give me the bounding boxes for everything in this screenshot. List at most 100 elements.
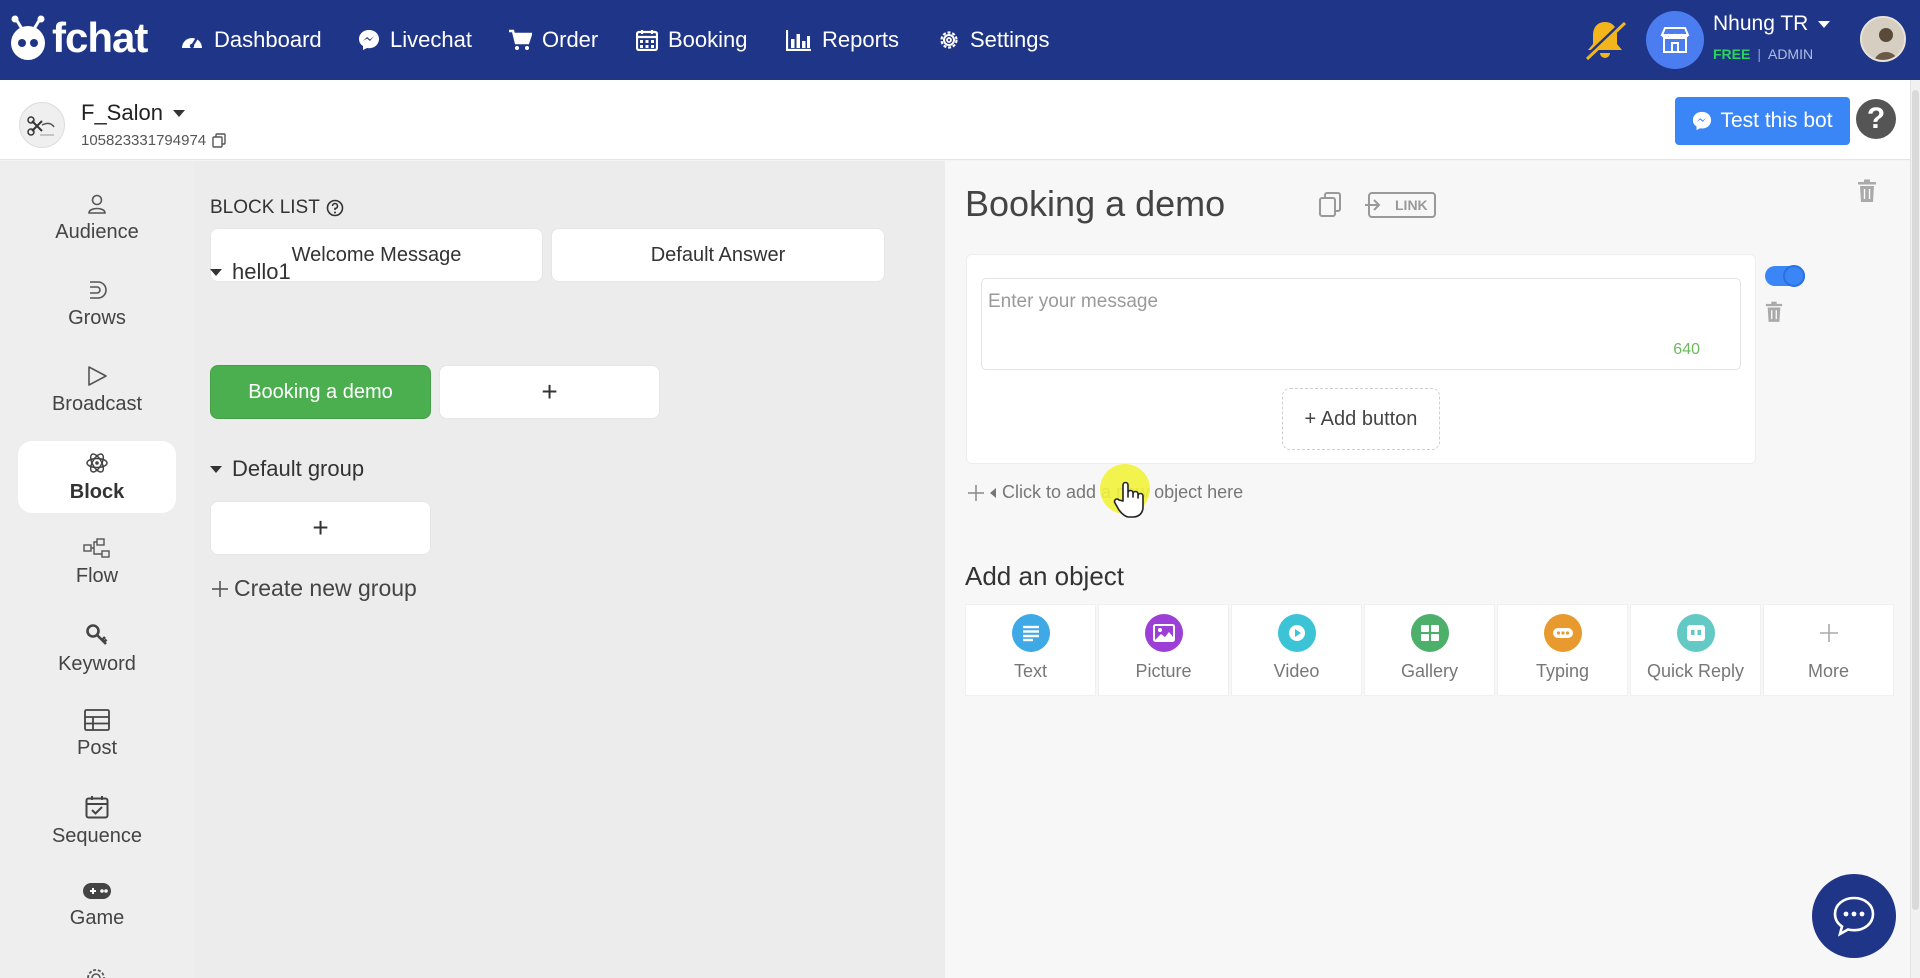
nav-dashboard[interactable]: Dashboard xyxy=(180,24,322,56)
object-label: Quick Reply xyxy=(1646,661,1745,681)
sidebar-item-label: Flow xyxy=(75,565,119,587)
add-quick-reply-object[interactable]: Quick Reply xyxy=(1630,604,1761,696)
object-label: Text xyxy=(1013,661,1047,681)
nav-order[interactable]: Order xyxy=(508,24,598,56)
store-avatar[interactable] xyxy=(1646,11,1704,69)
sidebar-item-keyword[interactable]: Keyword xyxy=(18,613,176,685)
page-avatar xyxy=(19,102,65,148)
group-default[interactable]: Default group xyxy=(210,456,364,482)
sidebar-item-label: Sequence xyxy=(51,825,143,847)
page-scrollbar[interactable] xyxy=(1910,80,1920,978)
plan-badge: FREE xyxy=(1713,46,1751,62)
scrollbar-thumb[interactable] xyxy=(1912,90,1919,910)
group-name: Default group xyxy=(232,456,365,481)
salon-logo-icon xyxy=(27,116,55,136)
test-bot-button[interactable]: Test this bot xyxy=(1675,97,1850,145)
add-picture-object[interactable]: Picture xyxy=(1098,604,1229,696)
copy-icon[interactable] xyxy=(212,133,226,148)
sidebar-item-label: Broadcast xyxy=(51,393,143,415)
sidebar-item-post[interactable]: Post xyxy=(18,699,176,771)
block-default-answer[interactable]: Default Answer xyxy=(551,228,885,282)
sidebar-item-block[interactable]: Block xyxy=(18,441,176,513)
sidebar: Audience Grows Broadcast Block Flow Keyw… xyxy=(0,161,195,978)
add-button-button[interactable]: + Add button xyxy=(1282,388,1440,450)
post-icon xyxy=(84,709,110,731)
plan-separator: | xyxy=(1757,46,1761,62)
add-block-button[interactable]: + xyxy=(210,501,431,555)
grows-icon xyxy=(90,281,107,299)
nav-reports[interactable]: Reports xyxy=(786,24,899,56)
page-selector[interactable]: F_Salon xyxy=(81,100,185,126)
add-block-button[interactable]: + xyxy=(439,365,660,419)
block-list-panel: BLOCK LIST Welcome Message Default Answe… xyxy=(195,161,945,978)
link-block-button[interactable]: LINK xyxy=(1365,191,1437,219)
calendar-check-icon xyxy=(85,796,109,819)
cart-icon xyxy=(509,29,532,50)
page-header: F_Salon 105823331794974 Test this bot ? xyxy=(0,80,1910,160)
sidebar-item-label: Audience xyxy=(55,221,139,243)
chat-bubble-icon xyxy=(1833,896,1875,937)
add-text-object[interactable]: Text xyxy=(965,604,1096,696)
block-title[interactable]: Booking a demo xyxy=(965,183,1225,225)
text-icon xyxy=(1011,614,1050,652)
add-video-object[interactable]: Video xyxy=(1231,604,1362,696)
test-bot-label: Test this bot xyxy=(1720,109,1833,132)
nav-settings[interactable]: Settings xyxy=(938,24,1050,56)
message-input[interactable]: Enter your message 640 xyxy=(981,278,1741,370)
nav-dashboard-label: Dashboard xyxy=(214,27,322,52)
group-name: hello1 xyxy=(232,259,291,284)
plus-icon xyxy=(968,484,984,501)
nav-booking-label: Booking xyxy=(668,27,748,52)
nav-livechat[interactable]: Livechat xyxy=(358,24,472,56)
page-id-value: 105823331794974 xyxy=(81,132,207,149)
brand-logo[interactable]: fchat xyxy=(8,14,148,62)
card-enable-toggle[interactable] xyxy=(1765,265,1805,287)
copy-icon xyxy=(1319,192,1341,217)
add-button-label: + Add button xyxy=(1304,407,1418,430)
block-label: Welcome Message xyxy=(291,243,462,266)
add-more-object[interactable]: More xyxy=(1763,604,1894,696)
nav-reports-label: Reports xyxy=(822,27,900,52)
sidebar-item-grows[interactable]: Grows xyxy=(18,269,176,341)
sidebar-item-audience[interactable]: Audience xyxy=(18,183,176,255)
user-icon xyxy=(88,194,106,214)
object-label: More xyxy=(1807,661,1849,681)
sidebar-more-settings[interactable] xyxy=(85,964,107,978)
block-label: Booking a demo xyxy=(248,380,393,403)
plus-icon: + xyxy=(312,512,329,543)
text-message-card: Enter your message 640 + Add button xyxy=(966,254,1756,464)
gear-icon xyxy=(940,31,958,49)
notifications-muted[interactable] xyxy=(1582,18,1628,62)
message-placeholder: Enter your message xyxy=(988,291,1159,312)
block-booking-a-demo[interactable]: Booking a demo xyxy=(210,365,431,419)
create-group-button[interactable]: Create new group xyxy=(210,575,417,602)
question-circle-icon[interactable] xyxy=(326,199,344,217)
nav-booking[interactable]: Booking xyxy=(636,24,748,56)
delete-block-button[interactable] xyxy=(1857,179,1877,203)
delete-card-button[interactable] xyxy=(1765,301,1783,323)
sidebar-item-game[interactable]: Game xyxy=(18,871,176,943)
store-icon xyxy=(1660,27,1690,53)
user-role: ADMIN xyxy=(1767,46,1814,62)
sidebar-item-sequence[interactable]: Sequence xyxy=(18,785,176,857)
user-avatar[interactable] xyxy=(1860,16,1906,62)
bell-slash-icon xyxy=(1584,20,1627,61)
help-button[interactable]: ? xyxy=(1856,99,1896,139)
user-menu[interactable]: Nhung TR xyxy=(1713,12,1831,36)
atom-icon xyxy=(86,453,108,473)
nav-settings-label: Settings xyxy=(970,27,1050,52)
sidebar-item-label: Game xyxy=(69,907,125,929)
quick-reply-icon xyxy=(1676,614,1715,652)
add-gallery-object[interactable]: Gallery xyxy=(1364,604,1495,696)
robot-logo-icon xyxy=(11,15,45,60)
group-hello1[interactable]: hello1 xyxy=(210,259,291,285)
sidebar-item-flow[interactable]: Flow xyxy=(18,527,176,599)
brand-name: fchat xyxy=(52,14,148,61)
create-group-label: Create new group xyxy=(234,575,417,601)
add-typing-object[interactable]: Typing xyxy=(1497,604,1628,696)
sidebar-item-broadcast[interactable]: Broadcast xyxy=(18,355,176,427)
copy-block-button[interactable] xyxy=(1317,191,1343,219)
live-chat-widget[interactable] xyxy=(1812,874,1896,958)
nav-livechat-label: Livechat xyxy=(390,27,472,52)
flow-icon xyxy=(83,538,110,558)
